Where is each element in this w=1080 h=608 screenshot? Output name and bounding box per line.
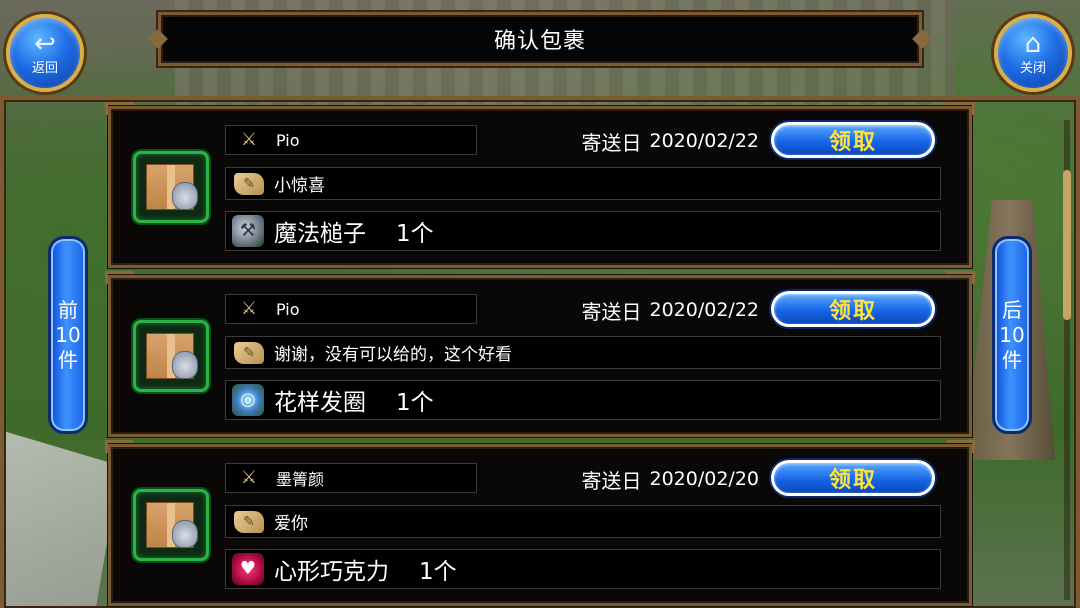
hair-tie-icon: ◎	[232, 384, 264, 416]
claim-button[interactable]: 领取	[771, 291, 935, 327]
letter-icon: ✎	[234, 172, 264, 195]
send-date-value: 2020/02/22	[649, 130, 759, 152]
sender-icon: ⚔	[240, 298, 258, 319]
hammer-icon: ⚒	[232, 215, 264, 247]
back-arrow-icon: ↩	[34, 28, 56, 59]
prev-page-label-1: 前	[58, 297, 78, 322]
send-date-value: 2020/02/20	[649, 468, 759, 490]
next-page-label-3: 件	[1002, 347, 1022, 372]
message-field: ✎ 爱你	[225, 505, 941, 538]
letter-icon: ✎	[234, 341, 264, 364]
send-date-value: 2020/02/22	[649, 299, 759, 321]
title-bar: 确认包裹	[158, 12, 922, 66]
next-page-label-1: 后	[1002, 297, 1022, 322]
home-icon: ⌂	[1024, 28, 1042, 59]
item-name: 心形巧克力	[274, 559, 389, 585]
send-date: 寄送日 2020/02/20	[571, 465, 759, 493]
parcel-card: ⚔ 墨箐颜 寄送日 2020/02/20 领取 ✎ 爱你 ♥ 心形巧克力 1个	[105, 440, 975, 606]
sender-field: ⚔ Pio	[225, 125, 477, 155]
parcel-card: ⚔ Pio 寄送日 2020/02/22 领取 ✎ 谢谢，没有可以给的，这个好看…	[105, 271, 975, 437]
send-date-prefix: 寄送日	[581, 299, 642, 324]
close-button-label: 关闭	[1019, 60, 1046, 76]
package-icon	[133, 151, 209, 223]
message-text: 小惊喜	[274, 176, 325, 196]
scrollbar-thumb[interactable]	[1063, 170, 1071, 320]
item-field: ⚒ 魔法槌子 1个	[225, 211, 941, 251]
send-date: 寄送日 2020/02/22	[571, 127, 759, 155]
item-count: 1个	[419, 559, 457, 585]
next-page-button[interactable]: 后 10 件	[992, 236, 1032, 434]
claim-button[interactable]: 领取	[771, 460, 935, 496]
cat-mascot-icon	[172, 520, 198, 548]
sender-field: ⚔ 墨箐颜	[225, 463, 477, 493]
message-field: ✎ 谢谢，没有可以给的，这个好看	[225, 336, 941, 369]
sender-name: Pio	[276, 299, 300, 319]
package-icon	[133, 320, 209, 392]
item-field: ◎ 花样发圈 1个	[225, 380, 941, 420]
item-count: 1个	[396, 390, 434, 416]
page-title: 确认包裹	[493, 29, 586, 54]
send-date-prefix: 寄送日	[581, 130, 642, 155]
message-text: 爱你	[274, 514, 308, 534]
prev-page-button[interactable]: 前 10 件	[48, 236, 88, 434]
letter-icon: ✎	[234, 510, 264, 533]
message-field: ✎ 小惊喜	[225, 167, 941, 200]
item-name: 花样发圈	[274, 390, 366, 416]
message-text: 谢谢，没有可以给的，这个好看	[274, 345, 512, 365]
heart-chocolate-icon: ♥	[232, 553, 264, 585]
sender-icon: ⚔	[240, 467, 258, 488]
sender-name: 墨箐颜	[276, 470, 325, 489]
cat-mascot-icon	[172, 182, 198, 210]
back-button-label: 返回	[31, 60, 58, 76]
item-field: ♥ 心形巧克力 1个	[225, 549, 941, 589]
claim-button[interactable]: 领取	[771, 122, 935, 158]
send-date: 寄送日 2020/02/22	[571, 296, 759, 324]
cat-mascot-icon	[172, 351, 198, 379]
sender-name: Pio	[276, 130, 300, 150]
item-count: 1个	[396, 221, 434, 247]
package-icon	[133, 489, 209, 561]
prev-page-label-3: 件	[58, 347, 78, 372]
send-date-prefix: 寄送日	[581, 468, 642, 493]
sender-icon: ⚔	[240, 129, 258, 150]
back-button[interactable]: ↩ 返回	[6, 14, 84, 92]
parcel-card: ⚔ Pio 寄送日 2020/02/22 领取 ✎ 小惊喜 ⚒ 魔法槌子 1个	[105, 102, 975, 268]
next-page-label-2: 10	[999, 322, 1025, 347]
close-button[interactable]: ⌂ 关闭	[994, 14, 1072, 92]
item-name: 魔法槌子	[274, 221, 366, 247]
sender-field: ⚔ Pio	[225, 294, 477, 324]
prev-page-label-2: 10	[55, 322, 81, 347]
